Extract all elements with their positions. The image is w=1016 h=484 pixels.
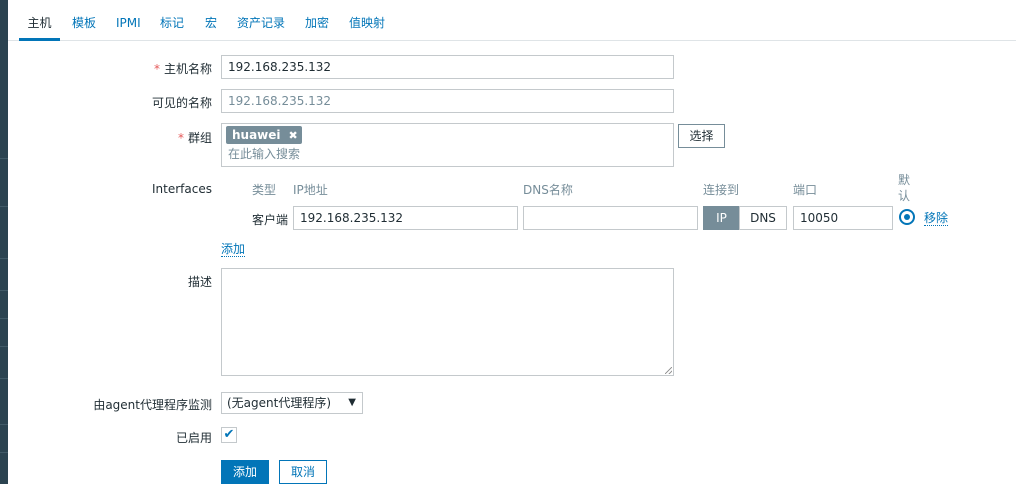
description-label: 描述 (187, 275, 212, 289)
description-textarea[interactable] (221, 268, 674, 376)
tab-value-mapping[interactable]: 值映射 (349, 8, 385, 38)
interface-port-header: 端口 (793, 183, 818, 197)
tab-tags[interactable]: 标记 (160, 8, 184, 38)
tab-templates[interactable]: 模板 (72, 8, 96, 38)
connect-ip-toggle[interactable]: IP (703, 206, 740, 230)
add-interface-link[interactable]: 添加 (221, 242, 246, 257)
interface-ip-input[interactable]: 192.168.235.132 (293, 206, 518, 230)
enabled-checkbox[interactable]: ✔ (221, 427, 237, 443)
interfaces-label: Interfaces (152, 182, 212, 196)
interface-default-header: 默认 (898, 173, 911, 203)
tab-bar: 主机 模板 IPMI 标记 宏 资产记录 加密 值映射 (8, 8, 1016, 41)
required-mark: * (153, 62, 160, 76)
cancel-button[interactable]: 取消 (279, 460, 327, 484)
interface-type: 客户端 (252, 213, 289, 227)
tab-macros[interactable]: 宏 (205, 8, 217, 38)
visible-name-input[interactable]: 192.168.235.132 (221, 89, 674, 113)
resize-handle-icon[interactable] (665, 367, 672, 374)
interface-type-header: 类型 (252, 183, 277, 197)
remove-interface-link[interactable]: 移除 (924, 211, 949, 226)
tab-ipmi[interactable]: IPMI (116, 8, 141, 38)
group-tag-huawei: huawei ✖ (226, 126, 302, 144)
interface-dns-input[interactable] (523, 206, 698, 230)
groups-multiselect[interactable]: huawei ✖ 在此输入搜索 (221, 123, 674, 167)
groups-search-input[interactable]: 在此输入搜索 (228, 146, 300, 162)
chevron-down-icon: ▼ (348, 397, 356, 408)
proxy-select[interactable]: (无agent代理程序) ▼ (221, 392, 363, 414)
tab-inventory[interactable]: 资产记录 (237, 8, 285, 38)
required-mark: * (177, 131, 184, 145)
groups-select-button[interactable]: 选择 (678, 124, 725, 148)
tab-host[interactable]: 主机 (19, 8, 60, 41)
add-button[interactable]: 添加 (221, 460, 269, 484)
proxy-label: 由agent代理程序监测 (93, 398, 212, 412)
interface-ip-header: IP地址 (293, 183, 328, 197)
left-sidebar-edge (0, 0, 8, 484)
groups-label: * 群组 (177, 131, 212, 145)
visible-name-label: 可见的名称 (151, 96, 212, 110)
close-icon[interactable]: ✖ (289, 129, 298, 142)
interface-connect-header: 连接到 (703, 183, 740, 197)
host-form-panel: 主机 模板 IPMI 标记 宏 资产记录 加密 值映射 * 主机名称 192.16… (8, 0, 1016, 484)
enabled-label: 已启用 (175, 431, 212, 445)
default-interface-radio[interactable] (899, 209, 915, 225)
host-name-label: * 主机名称 (153, 62, 212, 76)
interface-port-input[interactable]: 10050 (793, 206, 893, 230)
interface-dns-header: DNS名称 (523, 183, 573, 197)
tab-encryption[interactable]: 加密 (305, 8, 329, 38)
connect-dns-toggle[interactable]: DNS (739, 206, 787, 230)
host-name-input[interactable]: 192.168.235.132 (221, 55, 674, 79)
